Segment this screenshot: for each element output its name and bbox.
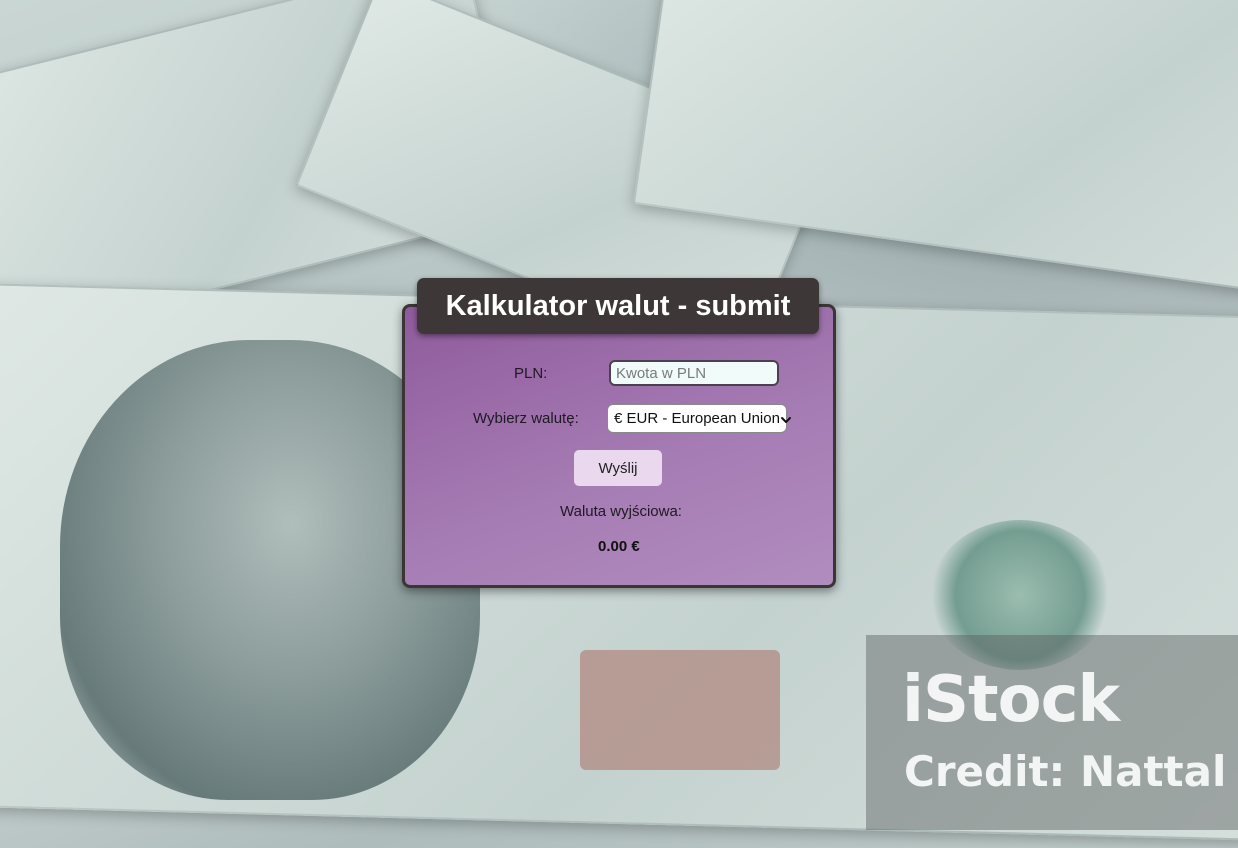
pln-amount-input[interactable] [609,360,779,386]
currency-selected-value: € EUR - European Union [614,410,780,427]
page-title: Kalkulator walut - submit [445,289,791,322]
calculator-title-bar: Kalkulator walut - submit [417,278,819,334]
chevron-down-icon [780,413,792,425]
watermark: iStock Credit: Nattal [866,635,1238,830]
banknote-mark [580,650,780,770]
watermark-logo: iStock [902,663,1120,737]
output-value: 0.00 € [598,538,640,555]
currency-label: Wybierz walutę: [473,410,579,427]
watermark-credit: Credit: Nattal [904,747,1227,796]
send-button[interactable]: Wyślij [574,450,662,486]
send-button-label: Wyślij [598,459,638,477]
pln-label: PLN: [514,365,548,382]
currency-select[interactable]: € EUR - European Union [607,404,791,433]
output-currency-label: Waluta wyjściowa: [560,503,682,520]
